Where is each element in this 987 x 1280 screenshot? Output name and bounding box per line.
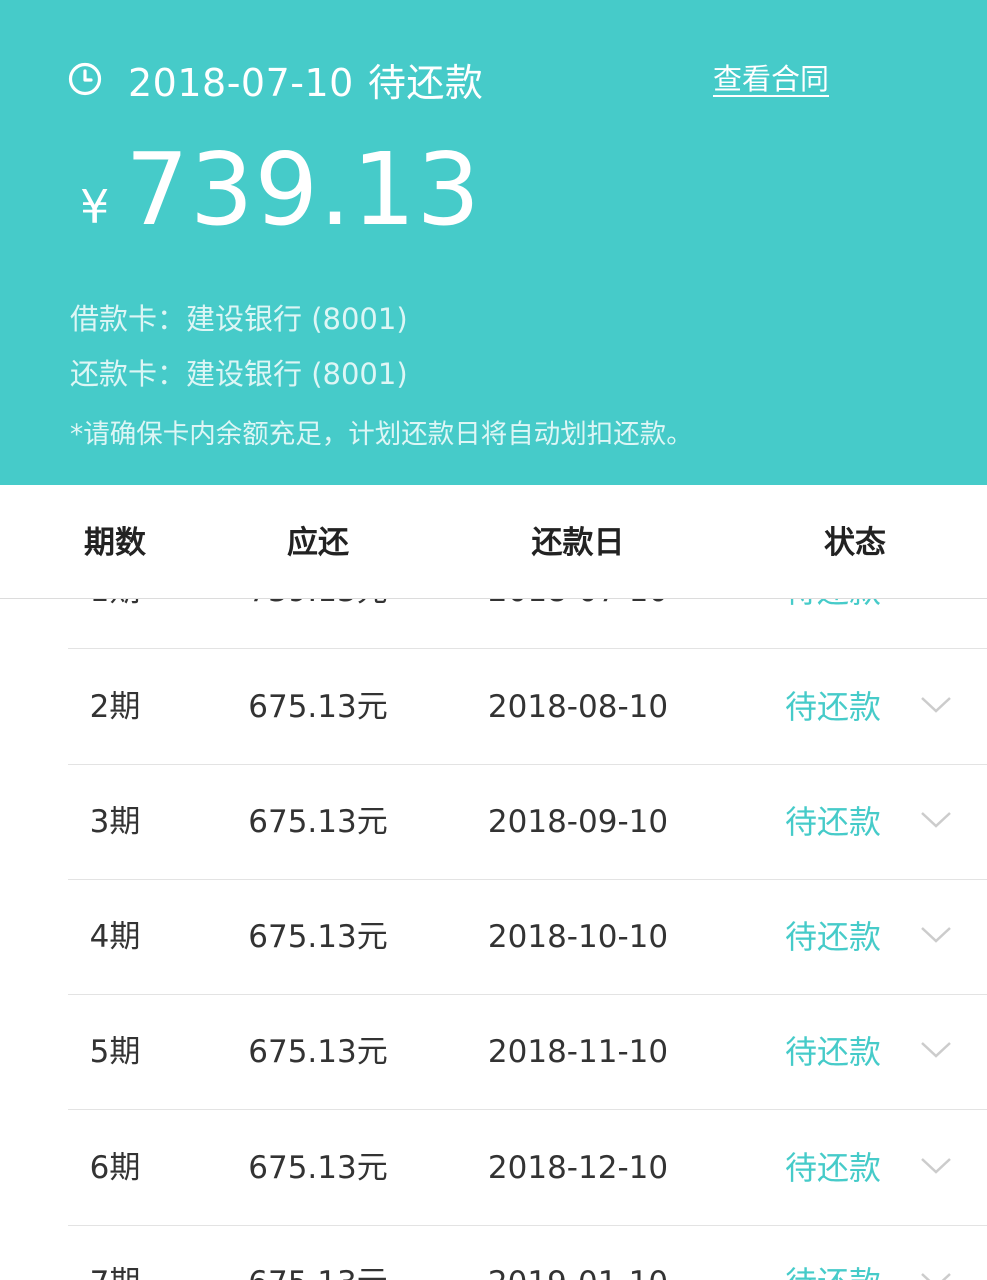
chevron-down-icon[interactable] bbox=[920, 1271, 952, 1280]
table-row[interactable]: 7期 675.13元 2019-01-10 待还款 bbox=[0, 1226, 987, 1280]
due-line: 2018-07-10 待还款 bbox=[68, 52, 483, 106]
column-header-date: 还款日 bbox=[531, 525, 625, 561]
chevron-down-icon[interactable] bbox=[920, 695, 952, 715]
row-date: 2018-07-10 bbox=[488, 598, 668, 648]
chevron-down-icon[interactable] bbox=[920, 1156, 952, 1176]
row-amount: 675.13元 bbox=[248, 689, 388, 725]
table-row[interactable]: 5期 675.13元 2018-11-10 待还款 bbox=[0, 995, 987, 1110]
currency-symbol: ¥ bbox=[80, 180, 110, 234]
row-period: 7期 bbox=[90, 1226, 141, 1280]
row-date: 2018-10-10 bbox=[487, 919, 669, 955]
row-period: 2期 bbox=[89, 689, 141, 725]
row-status: 待还款 bbox=[784, 1149, 882, 1187]
row-date: 2019-01-10 bbox=[488, 1226, 668, 1280]
row-status: 待还款 bbox=[785, 1226, 881, 1280]
row-period: 3期 bbox=[89, 804, 141, 840]
schedule-table-header: 期数 应还 还款日 状态 bbox=[0, 485, 987, 599]
row-status: 待还款 bbox=[784, 918, 882, 956]
due-date: 2018-07-10 bbox=[128, 60, 354, 105]
row-amount: 739.13元 bbox=[248, 598, 387, 648]
schedule-list[interactable]: 1期 739.13元 2018-07-10 待还款 2期 675.13元 201… bbox=[0, 598, 987, 1280]
row-date: 2018-11-10 bbox=[487, 1034, 669, 1070]
row-date: 2018-12-10 bbox=[487, 1150, 669, 1186]
chevron-down-icon[interactable] bbox=[920, 925, 952, 945]
amount-value: 739.13 bbox=[125, 131, 482, 248]
table-row[interactable]: 6期 675.13元 2018-12-10 待还款 bbox=[0, 1111, 987, 1226]
row-date: 2018-08-10 bbox=[487, 689, 669, 725]
column-header-period: 期数 bbox=[84, 525, 146, 561]
auto-debit-note: *请确保卡内余额充足，计划还款日将自动划扣还款。 bbox=[70, 419, 693, 450]
repayment-summary-header: 2018-07-10 待还款 查看合同 ¥ 739.13 借款卡：建设银行 (80… bbox=[0, 0, 987, 485]
row-amount: 675.13元 bbox=[248, 919, 388, 955]
row-status: 待还款 bbox=[784, 1033, 882, 1071]
column-header-amount: 应还 bbox=[287, 525, 349, 561]
row-period: 1期 bbox=[90, 598, 141, 648]
table-row[interactable]: 3期 675.13元 2018-09-10 待还款 bbox=[0, 765, 987, 880]
row-period: 4期 bbox=[89, 919, 141, 955]
row-status: 待还款 bbox=[785, 598, 881, 648]
row-date: 2018-09-10 bbox=[487, 804, 669, 840]
row-period: 5期 bbox=[89, 1034, 141, 1070]
row-divider bbox=[68, 1109, 987, 1110]
clock-icon bbox=[68, 62, 102, 96]
column-header-status: 状态 bbox=[824, 525, 886, 561]
due-amount: ¥ 739.13 bbox=[80, 130, 481, 240]
row-period: 6期 bbox=[89, 1150, 141, 1186]
table-row[interactable]: 4期 675.13元 2018-10-10 待还款 bbox=[0, 880, 987, 995]
view-contract-link[interactable]: 查看合同 bbox=[713, 56, 829, 98]
row-amount: 675.13元 bbox=[248, 1226, 387, 1280]
due-text: 2018-07-10 待还款 bbox=[128, 52, 483, 107]
repay-card-info: 还款卡：建设银行 (8001) bbox=[70, 357, 408, 391]
row-amount: 675.13元 bbox=[248, 1150, 388, 1186]
row-status: 待还款 bbox=[784, 803, 882, 841]
chevron-down-icon[interactable] bbox=[920, 1040, 952, 1060]
table-row[interactable]: 2期 675.13元 2018-08-10 待还款 bbox=[0, 650, 987, 765]
row-amount: 675.13元 bbox=[248, 1034, 388, 1070]
due-label: 待还款 bbox=[367, 60, 484, 105]
row-divider bbox=[68, 648, 987, 649]
row-status: 待还款 bbox=[784, 688, 882, 726]
chevron-down-icon[interactable] bbox=[920, 810, 952, 830]
table-row[interactable]: 1期 739.13元 2018-07-10 待还款 bbox=[0, 598, 987, 649]
loan-card-info: 借款卡：建设银行 (8001) bbox=[70, 302, 408, 336]
row-amount: 675.13元 bbox=[248, 804, 388, 840]
